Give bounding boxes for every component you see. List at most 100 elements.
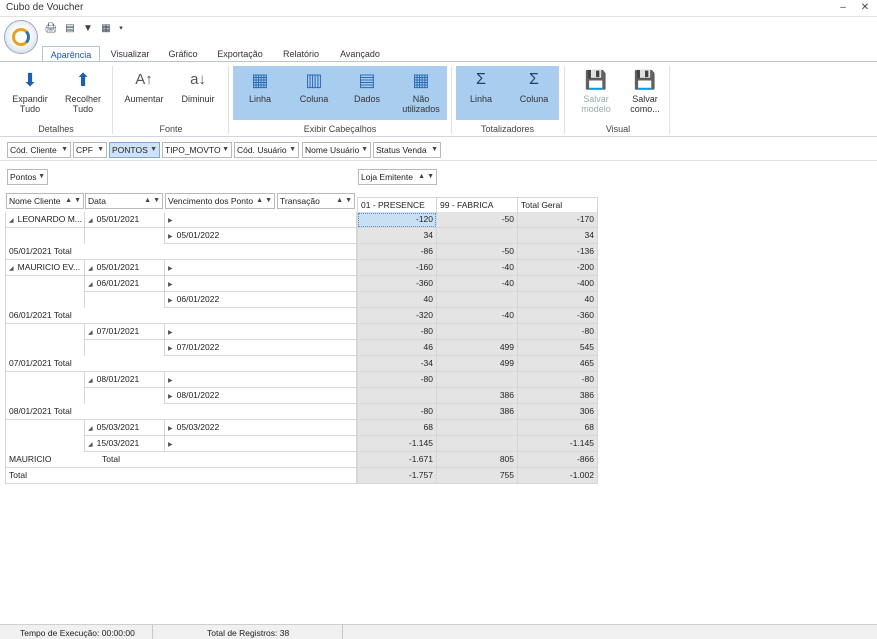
collapse-icon[interactable]: ◢: [9, 266, 14, 272]
collapse-icon[interactable]: ◢: [88, 330, 93, 336]
cell-presence[interactable]: 68: [357, 420, 437, 436]
export-icon[interactable]: ▦: [99, 22, 113, 36]
cell-presence[interactable]: -1.757: [357, 468, 437, 484]
column-header[interactable]: 99 - FABRICA: [437, 197, 518, 213]
cell-total-geral[interactable]: -400: [518, 276, 598, 292]
tab-exportacao[interactable]: Exportação: [210, 46, 270, 62]
cell-presence[interactable]: -80: [357, 404, 437, 420]
cell-presence[interactable]: 34: [357, 228, 437, 244]
cell-fabrica[interactable]: [437, 292, 518, 308]
totalizador-coluna-button[interactable]: Σ Coluna: [511, 66, 557, 120]
cell-total-geral[interactable]: 40: [518, 292, 598, 308]
cell-presence[interactable]: [357, 388, 437, 404]
cell-total-geral[interactable]: -360: [518, 308, 598, 324]
cell-fabrica[interactable]: [437, 228, 518, 244]
cell-presence[interactable]: -80: [357, 324, 437, 340]
app-menu-button[interactable]: [4, 20, 38, 54]
tab-aparencia[interactable]: Aparência: [42, 46, 100, 62]
filter-icon[interactable]: ▼: [81, 22, 95, 36]
expand-icon[interactable]: ▶: [168, 442, 173, 448]
cell-presence[interactable]: -1.671: [357, 452, 437, 468]
cell-fabrica[interactable]: 499: [437, 356, 518, 372]
cell-fabrica[interactable]: [437, 372, 518, 388]
row-label-data[interactable]: ◢ 07/01/2021: [85, 324, 165, 340]
cell-fabrica[interactable]: 805: [437, 452, 518, 468]
cell-total-geral[interactable]: 386: [518, 388, 598, 404]
aumentar-button[interactable]: A↑ Aumentar: [118, 66, 170, 120]
row-label-data[interactable]: ◢ 05/01/2021: [85, 212, 165, 228]
cell-total-geral[interactable]: -80: [518, 324, 598, 340]
collapse-icon[interactable]: ◢: [88, 378, 93, 384]
collapse-icon[interactable]: ◢: [88, 282, 93, 288]
cell-presence[interactable]: -80: [357, 372, 437, 388]
row-field-nome-cliente[interactable]: Nome Cliente ▲ ▼: [6, 193, 84, 209]
cell-total-geral[interactable]: 545: [518, 340, 598, 356]
cell-fabrica[interactable]: -40: [437, 308, 518, 324]
row-label-data[interactable]: ◢ 06/01/2021: [85, 276, 165, 292]
cell-fabrica[interactable]: -40: [437, 276, 518, 292]
row-label-vencimento[interactable]: ▶ 05/03/2022: [165, 420, 357, 436]
salvar-modelo-button[interactable]: 💾 Salvar modelo: [572, 66, 620, 120]
row-field-data[interactable]: Data ▲ ▼: [85, 193, 163, 209]
minimize-icon[interactable]: –: [836, 1, 850, 15]
cell-fabrica[interactable]: -50: [437, 244, 518, 260]
cell-total-geral[interactable]: 34: [518, 228, 598, 244]
header-coluna-button[interactable]: ▥ Coluna: [290, 66, 338, 120]
collapse-icon[interactable]: ◢: [88, 218, 93, 224]
cell-total-geral[interactable]: -136: [518, 244, 598, 260]
column-field-loja-emitente[interactable]: Loja Emitente ▲ ▼: [358, 169, 437, 185]
row-label-vencimento[interactable]: ▶ 07/01/2022: [165, 340, 357, 356]
filter-tipo-movto[interactable]: TIPO_MOVTO ▼: [162, 142, 232, 158]
diminuir-button[interactable]: a↓ Diminuir: [174, 66, 222, 120]
recolher-tudo-button[interactable]: ⬆ Recolher Tudo: [60, 66, 106, 120]
expandir-tudo-button[interactable]: ⬇ Expandir Tudo: [6, 66, 54, 120]
filter-nome-usuario[interactable]: Nome Usuário ▼: [302, 142, 371, 158]
tab-relatorio[interactable]: Relatório: [274, 46, 328, 62]
column-header[interactable]: Total Geral: [518, 197, 598, 213]
expand-icon[interactable]: ▶: [168, 298, 173, 304]
cell-presence[interactable]: 40: [357, 292, 437, 308]
cell-presence[interactable]: -34: [357, 356, 437, 372]
expand-icon[interactable]: ▶: [168, 330, 173, 336]
cell-total-geral[interactable]: -1.002: [518, 468, 598, 484]
column-header[interactable]: 01 - PRESENCE: [357, 197, 437, 213]
expand-icon[interactable]: ▶: [168, 426, 173, 432]
expand-icon[interactable]: ▶: [168, 394, 173, 400]
cell-presence[interactable]: 46: [357, 340, 437, 356]
cell-total-geral[interactable]: -80: [518, 372, 598, 388]
row-label-data[interactable]: ◢ 05/03/2021: [85, 420, 165, 436]
filter-pontos[interactable]: PONTOS ▼: [109, 142, 160, 158]
header-nao-utilizados-button[interactable]: ▦ Não utilizados: [398, 66, 444, 120]
tab-grafico[interactable]: Gráfico: [160, 46, 206, 62]
row-field-vencimento[interactable]: Vencimento dos Ponto ▲ ▼: [165, 193, 275, 209]
cell-total-geral[interactable]: -1.145: [518, 436, 598, 452]
expand-icon[interactable]: ▶: [168, 266, 173, 272]
cell-total-geral[interactable]: -170: [518, 212, 598, 228]
row-label-vencimento[interactable]: ▶: [165, 436, 357, 452]
cell-total-geral[interactable]: -866: [518, 452, 598, 468]
cell-presence[interactable]: -320: [357, 308, 437, 324]
cell-fabrica[interactable]: [437, 436, 518, 452]
cell-fabrica[interactable]: 386: [437, 404, 518, 420]
filter-cod-usuario[interactable]: Cód. Usuário ▼: [234, 142, 299, 158]
expand-icon[interactable]: ▶: [168, 234, 173, 240]
row-label-cliente[interactable]: ◢ LEONARDO M...: [5, 212, 85, 228]
cell-fabrica[interactable]: [437, 420, 518, 436]
row-label-vencimento[interactable]: ▶ 05/01/2022: [165, 228, 357, 244]
cell-presence[interactable]: -120: [357, 212, 437, 228]
expand-icon[interactable]: ▶: [168, 346, 173, 352]
cell-total-geral[interactable]: 68: [518, 420, 598, 436]
header-dados-button[interactable]: ▤ Dados: [343, 66, 391, 120]
filter-cpf[interactable]: CPF ▼: [73, 142, 107, 158]
row-label-vencimento[interactable]: ▶: [165, 324, 357, 340]
collapse-icon[interactable]: ◢: [88, 442, 93, 448]
cell-total-geral[interactable]: 306: [518, 404, 598, 420]
collapse-icon[interactable]: ◢: [88, 266, 93, 272]
close-icon[interactable]: ✕: [858, 1, 872, 15]
filter-status-venda[interactable]: Status Venda ▼: [373, 142, 441, 158]
expand-icon[interactable]: ▶: [168, 218, 173, 224]
row-label-cliente[interactable]: ◢ MAURICIO EV...: [5, 260, 85, 276]
filter-cod-cliente[interactable]: Cód. Cliente ▼: [7, 142, 71, 158]
header-linha-button[interactable]: ▦ Linha: [236, 66, 284, 120]
row-label-vencimento[interactable]: ▶ 08/01/2022: [165, 388, 357, 404]
